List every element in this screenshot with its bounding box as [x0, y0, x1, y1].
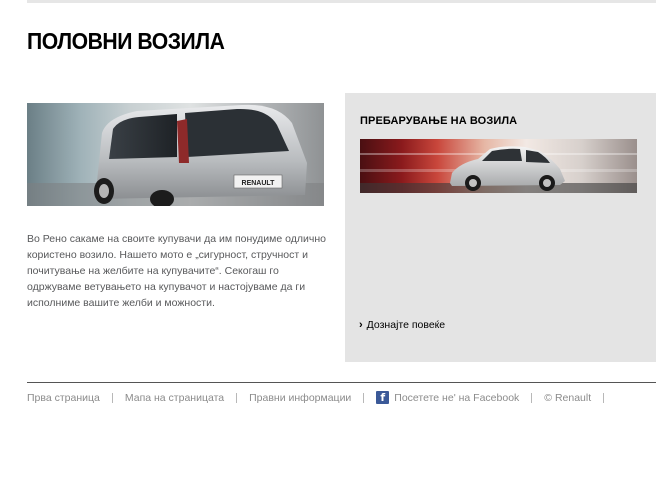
chevron-right-icon: ›: [359, 319, 363, 331]
footer-separator: [603, 392, 605, 403]
hero-car-image: RENAULT: [27, 103, 324, 206]
top-divider: [27, 0, 656, 3]
footer-link-sitemap[interactable]: Мапа на страницата: [125, 392, 224, 404]
footer-link-copyright[interactable]: © Renault: [544, 392, 591, 404]
intro-paragraph: Во Рено сакаме на своите купувачи да им …: [27, 233, 326, 309]
vehicle-search-panel: ПРЕБАРУВАЊЕ НА ВОЗИЛА › Дознајте повеќе: [345, 93, 656, 362]
hatchback-illustration: [360, 146, 637, 193]
footer-separator: [531, 392, 533, 403]
footer-separator: [236, 392, 238, 403]
footer-links: Прва страница Мапа на страницата Правни …: [27, 391, 616, 404]
footer-facebook-label: Посетете не' на Facebook: [394, 391, 520, 404]
footer-link-legal[interactable]: Правни информации: [249, 392, 351, 404]
footer-separator: [111, 392, 113, 403]
footer-link-home[interactable]: Прва страница: [27, 392, 100, 404]
learn-more-link[interactable]: › Дознајте повеќе: [359, 319, 445, 331]
page-title: ПОЛОВНИ ВОЗИЛА: [27, 28, 225, 54]
plate-badge-text: RENAULT: [242, 180, 276, 187]
learn-more-label: Дознајте повеќе: [366, 319, 446, 331]
panel-title: ПРЕБАРУВАЊЕ НА ВОЗИЛА: [360, 115, 518, 127]
footer-link-facebook[interactable]: f Посетете не' на Facebook: [376, 391, 519, 404]
footer-separator: [363, 392, 365, 403]
minivan-illustration: RENAULT: [27, 104, 324, 206]
vehicle-search-banner[interactable]: [360, 139, 637, 193]
footer-divider: [27, 382, 656, 383]
facebook-icon: f: [376, 391, 390, 404]
